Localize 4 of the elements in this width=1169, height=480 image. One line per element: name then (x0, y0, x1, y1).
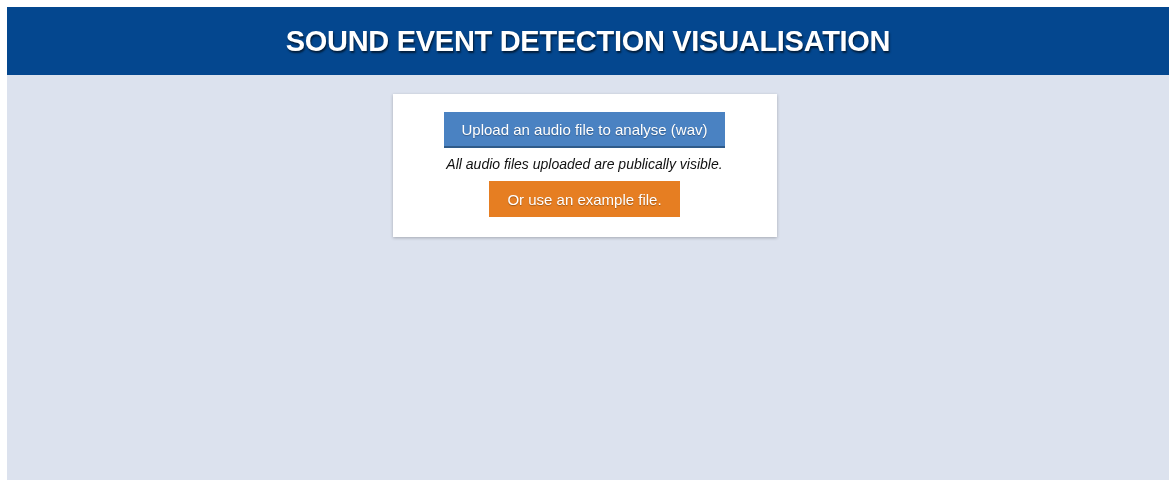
upload-button[interactable]: Upload an audio file to analyse (wav) (443, 112, 726, 148)
page-title: SOUND EVENT DETECTION VISUALISATION (285, 24, 891, 58)
example-file-button[interactable]: Or use an example file. (489, 181, 680, 217)
visibility-note: All audio files uploaded are publically visible. (446, 156, 723, 172)
